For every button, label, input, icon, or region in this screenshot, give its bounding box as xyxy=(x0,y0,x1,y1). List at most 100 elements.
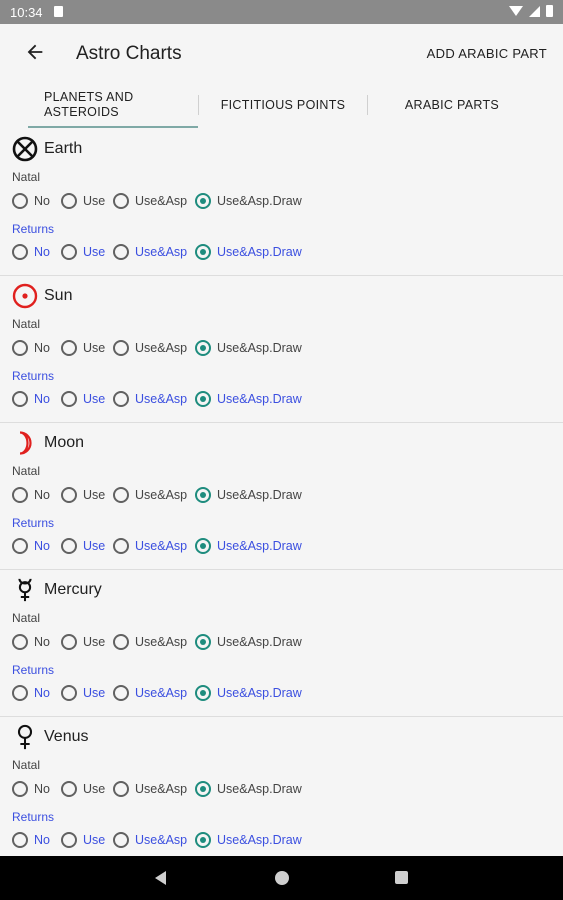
radio-label: Use&Asp.Draw xyxy=(217,833,302,847)
radio-circle-selected xyxy=(195,634,211,650)
radio-no[interactable]: No xyxy=(12,241,50,263)
battery-icon xyxy=(546,5,553,17)
radio-use-asp-draw[interactable]: Use&Asp.Draw xyxy=(195,631,302,653)
tab-planets-and-asteroids[interactable]: PLANETS AND ASTEROIDS xyxy=(44,82,174,128)
sd-card-icon xyxy=(54,6,63,17)
natal-label: Natal xyxy=(12,170,41,184)
radio-circle xyxy=(61,193,77,209)
radio-label: Use&Asp xyxy=(135,686,188,700)
radio-label: No xyxy=(34,686,50,700)
radio-use[interactable]: Use xyxy=(61,190,105,212)
planet-section-venus: Venus Natal No Use Use&Asp Use&Asp.Draw … xyxy=(0,716,563,856)
radio-use[interactable]: Use xyxy=(61,778,105,800)
radio-label: Use&Asp.Draw xyxy=(217,341,302,355)
radio-label: No xyxy=(34,539,50,553)
radio-use-asp[interactable]: Use&Asp xyxy=(113,337,187,359)
planet-section-sun: Sun Natal No Use Use&Asp Use&Asp.Draw Re… xyxy=(0,275,563,423)
radio-label: Use&Asp.Draw xyxy=(217,488,302,502)
radio-circle xyxy=(61,781,77,797)
radio-label: Use xyxy=(83,539,106,553)
planet-list[interactable]: Earth Natal No Use Use&Asp Use&Asp.Draw … xyxy=(0,128,563,856)
radio-no[interactable]: No xyxy=(12,682,50,704)
radio-use-asp-draw[interactable]: Use&Asp.Draw xyxy=(195,388,302,410)
venus-symbol-icon xyxy=(17,724,33,750)
radio-no[interactable]: No xyxy=(12,829,50,851)
radio-circle xyxy=(61,244,77,260)
radio-label: Use xyxy=(83,833,106,847)
radio-use-asp-draw[interactable]: Use&Asp.Draw xyxy=(195,778,302,800)
radio-label: Use&Asp xyxy=(135,539,188,553)
radio-no[interactable]: No xyxy=(12,535,50,557)
returns-label: Returns xyxy=(12,222,55,236)
page-title: Astro Charts xyxy=(76,43,182,64)
radio-label: Use&Asp xyxy=(135,833,188,847)
signal-icon xyxy=(529,5,540,17)
radio-use-asp-draw[interactable]: Use&Asp.Draw xyxy=(195,241,302,263)
radio-use[interactable]: Use xyxy=(61,682,105,704)
back-arrow-icon[interactable] xyxy=(24,41,46,63)
radio-use[interactable]: Use xyxy=(61,388,105,410)
earth-symbol-icon xyxy=(12,136,38,162)
radio-use-asp[interactable]: Use&Asp xyxy=(113,829,187,851)
radio-no[interactable]: No xyxy=(12,388,50,410)
add-arabic-part-button[interactable]: ADD ARABIC PART xyxy=(427,46,547,61)
radio-use[interactable]: Use xyxy=(61,829,105,851)
radio-no[interactable]: No xyxy=(12,778,50,800)
tab-arabic-parts[interactable]: ARABIC PARTS xyxy=(368,82,536,128)
radio-use-asp-draw[interactable]: Use&Asp.Draw xyxy=(195,682,302,704)
radio-use-asp-draw[interactable]: Use&Asp.Draw xyxy=(195,190,302,212)
radio-use-asp[interactable]: Use&Asp xyxy=(113,535,187,557)
nav-recents-icon[interactable] xyxy=(395,871,408,884)
returns-label: Returns xyxy=(12,516,55,530)
tab-fictitious-points[interactable]: FICTITIOUS POINTS xyxy=(198,82,368,128)
radio-circle xyxy=(113,193,129,209)
radio-no[interactable]: No xyxy=(12,337,50,359)
radio-circle-selected xyxy=(195,244,211,260)
radio-no[interactable]: No xyxy=(12,190,50,212)
natal-label: Natal xyxy=(12,317,41,331)
radio-use[interactable]: Use xyxy=(61,631,105,653)
radio-circle xyxy=(12,781,28,797)
tab-label: ARABIC PARTS xyxy=(404,98,500,112)
radio-circle xyxy=(12,634,28,650)
planet-name: Mercury xyxy=(44,581,102,598)
radio-label: No xyxy=(34,245,50,259)
radio-use-asp[interactable]: Use&Asp xyxy=(113,190,187,212)
radio-label: Use&Asp.Draw xyxy=(217,392,302,406)
radio-use-asp-draw[interactable]: Use&Asp.Draw xyxy=(195,337,302,359)
radio-use-asp[interactable]: Use&Asp xyxy=(113,631,187,653)
radio-use[interactable]: Use xyxy=(61,484,105,506)
radio-use[interactable]: Use xyxy=(61,535,105,557)
planet-name: Venus xyxy=(44,728,89,745)
radio-use[interactable]: Use xyxy=(61,337,105,359)
radio-use-asp[interactable]: Use&Asp xyxy=(113,241,187,263)
radio-use-asp[interactable]: Use&Asp xyxy=(113,484,187,506)
radio-circle xyxy=(113,832,129,848)
natal-label: Natal xyxy=(12,611,41,625)
nav-home-icon[interactable] xyxy=(275,871,289,885)
radio-use-asp-draw[interactable]: Use&Asp.Draw xyxy=(195,535,302,557)
radio-label: No xyxy=(34,392,50,406)
radio-circle xyxy=(12,193,28,209)
radio-use-asp[interactable]: Use&Asp xyxy=(113,778,187,800)
app-bar: Astro Charts ADD ARABIC PART xyxy=(0,24,563,82)
radio-use-asp-draw[interactable]: Use&Asp.Draw xyxy=(195,484,302,506)
planet-name: Moon xyxy=(44,434,85,451)
radio-use-asp-draw[interactable]: Use&Asp.Draw xyxy=(195,829,302,851)
radio-label: Use xyxy=(83,686,106,700)
radio-circle xyxy=(61,487,77,503)
radio-circle xyxy=(61,538,77,554)
radio-use-asp[interactable]: Use&Asp xyxy=(113,388,187,410)
radio-no[interactable]: No xyxy=(12,484,50,506)
radio-circle xyxy=(113,634,129,650)
radio-label: Use xyxy=(83,488,106,502)
nav-back-icon[interactable] xyxy=(155,871,166,885)
radio-no[interactable]: No xyxy=(12,631,50,653)
radio-circle-selected xyxy=(195,685,211,701)
radio-circle xyxy=(61,634,77,650)
radio-use[interactable]: Use xyxy=(61,241,105,263)
radio-circle xyxy=(61,391,77,407)
radio-circle xyxy=(12,391,28,407)
radio-circle xyxy=(12,832,28,848)
radio-use-asp[interactable]: Use&Asp xyxy=(113,682,187,704)
